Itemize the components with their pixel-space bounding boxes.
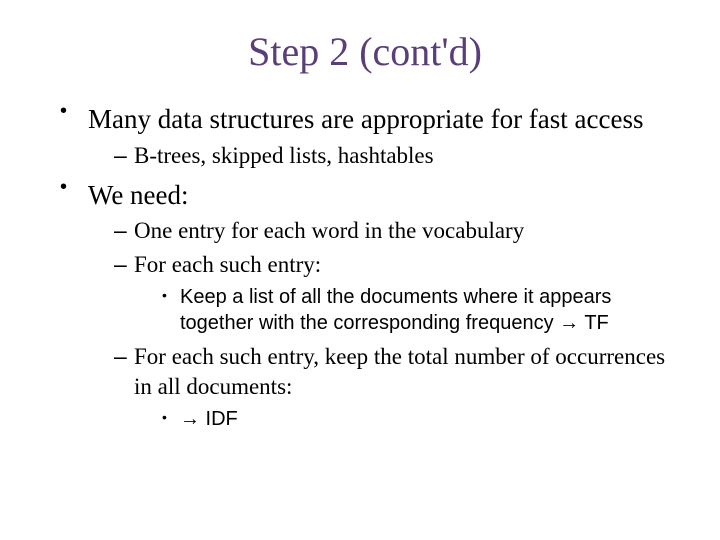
sub-text: One entry for each word in the vocabular… [134, 218, 524, 243]
sub-item: For each such entry, keep the total numb… [114, 342, 680, 432]
subsub-text: Keep a list of all the documents where i… [180, 286, 611, 334]
subsub-item: Keep a list of all the documents where i… [162, 284, 680, 336]
bullet-item: Many data structures are appropriate for… [60, 103, 680, 171]
bullet-text: Many data structures are appropriate for… [88, 104, 644, 134]
slide: Step 2 (cont'd) Many data structures are… [0, 0, 720, 540]
sub-text: For each such entry: [134, 252, 321, 277]
sub-text: B-trees, skipped lists, hashtables [134, 143, 434, 168]
sub-item: One entry for each word in the vocabular… [114, 216, 680, 246]
sub-list: One entry for each word in the vocabular… [88, 216, 680, 432]
subsub-list: → IDF [134, 406, 680, 432]
bullet-list: Many data structures are appropriate for… [50, 103, 680, 432]
bullet-item: We need: One entry for each word in the … [60, 179, 680, 432]
slide-title: Step 2 (cont'd) [50, 28, 680, 75]
sub-item: For each such entry: Keep a list of all … [114, 250, 680, 336]
subsub-text: → IDF [180, 408, 238, 430]
subsub-item: → IDF [162, 406, 680, 432]
subsub-list: Keep a list of all the documents where i… [134, 284, 680, 336]
sub-list: B-trees, skipped lists, hashtables [88, 141, 680, 171]
sub-text: For each such entry, keep the total numb… [134, 344, 665, 399]
bullet-text: We need: [88, 180, 189, 210]
sub-item: B-trees, skipped lists, hashtables [114, 141, 680, 171]
